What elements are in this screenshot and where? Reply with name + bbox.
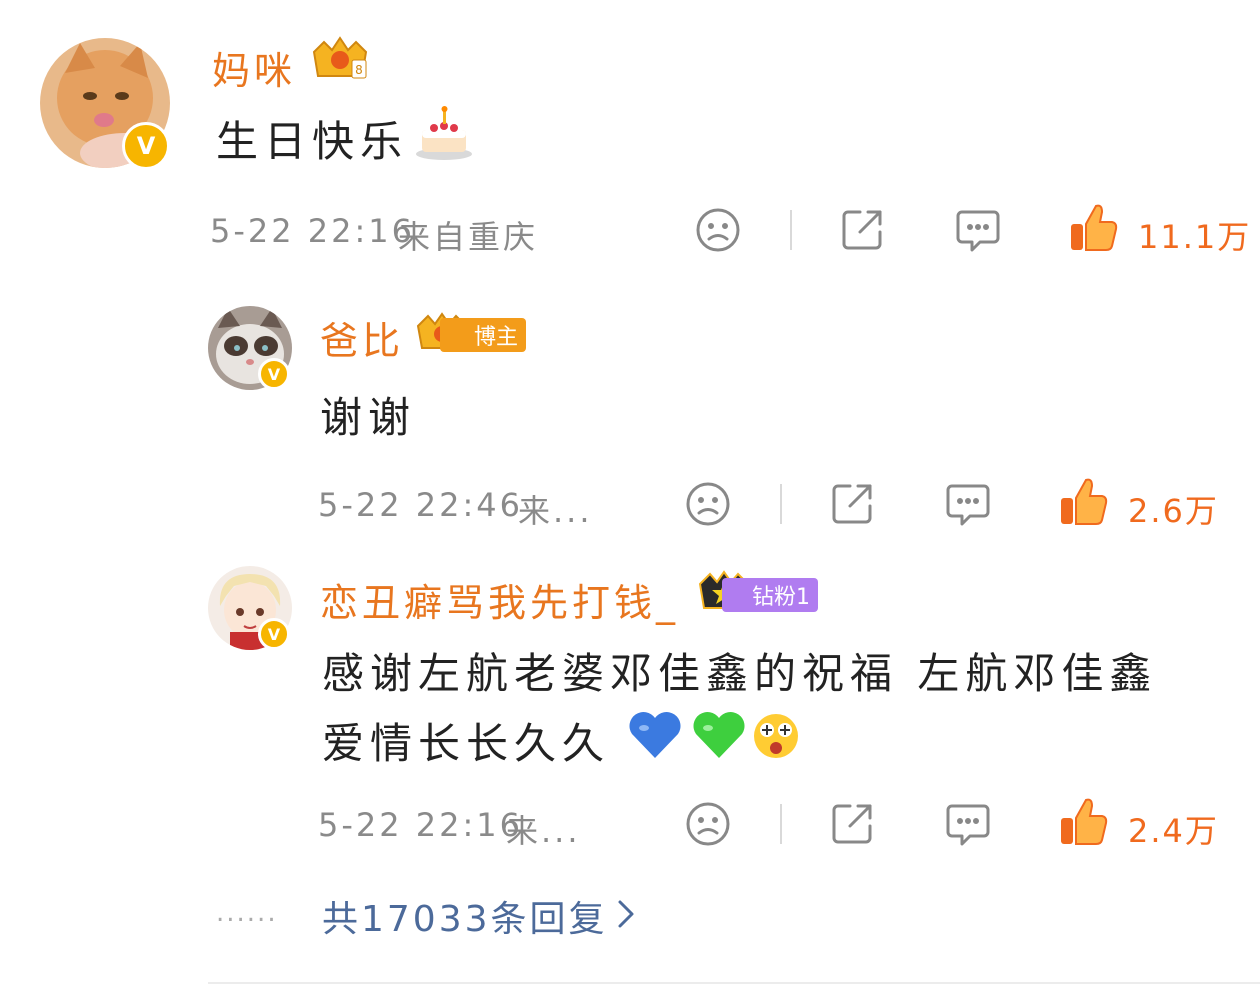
bottom-divider: [208, 982, 1260, 984]
share-icon[interactable]: [828, 800, 876, 848]
svg-text:8: 8: [355, 63, 363, 77]
cake-emoji: [414, 106, 474, 162]
comment-icon[interactable]: [944, 800, 992, 848]
green-heart-emoji: [690, 708, 748, 762]
share-icon[interactable]: [828, 480, 876, 528]
comment-time: 5-22 22:16: [210, 212, 416, 250]
reply-time: 5-22 22:16: [318, 806, 524, 844]
reply-time: 5-22 22:46: [318, 486, 524, 524]
dislike-icon[interactable]: [684, 480, 732, 528]
blue-heart-emoji: [626, 708, 684, 762]
like-count: 11.1万: [1138, 218, 1252, 256]
blogger-tag: 博主: [440, 318, 527, 352]
reply-text-line1: 感谢左航老婆邓佳鑫的祝福 左航邓佳鑫: [322, 649, 1158, 698]
dislike-icon[interactable]: [694, 206, 742, 254]
verified-badge: V: [258, 358, 290, 390]
like-icon[interactable]: [1058, 796, 1108, 848]
like-icon[interactable]: [1058, 476, 1108, 528]
verified-badge: V: [258, 618, 290, 650]
comment-text: 生日快乐: [216, 117, 409, 166]
fan-level-tag: 钻粉1: [722, 578, 818, 612]
like-count: 2.6万: [1128, 492, 1219, 530]
comment-location: 来自重庆: [398, 218, 539, 256]
comment-icon[interactable]: [954, 206, 1002, 254]
comment-icon[interactable]: [944, 480, 992, 528]
dislike-icon[interactable]: [684, 800, 732, 848]
reply-text: 谢谢: [320, 393, 417, 442]
reply-location: 来...: [506, 812, 581, 850]
reply-location: 来...: [518, 492, 593, 530]
action-separator: [790, 210, 792, 250]
reply-username[interactable]: 恋丑癖骂我先打钱_: [320, 572, 679, 627]
share-icon[interactable]: [838, 206, 886, 254]
verified-badge: V: [122, 122, 170, 170]
action-separator: [780, 804, 782, 844]
chevron-right-icon[interactable]: [612, 896, 640, 932]
action-separator: [780, 484, 782, 524]
reply-text-line2: 爱情长长久久: [322, 719, 611, 768]
comment-username[interactable]: 妈咪: [212, 40, 296, 95]
starstruck-face-emoji: [750, 708, 802, 762]
like-count: 2.4万: [1128, 812, 1219, 850]
like-icon[interactable]: [1068, 202, 1118, 254]
reply-username[interactable]: 爸比: [320, 310, 404, 365]
replies-dots: ......: [216, 898, 278, 928]
view-all-replies-link[interactable]: 共17033条回复: [322, 890, 608, 942]
crown-level-icon: 8: [308, 36, 372, 84]
